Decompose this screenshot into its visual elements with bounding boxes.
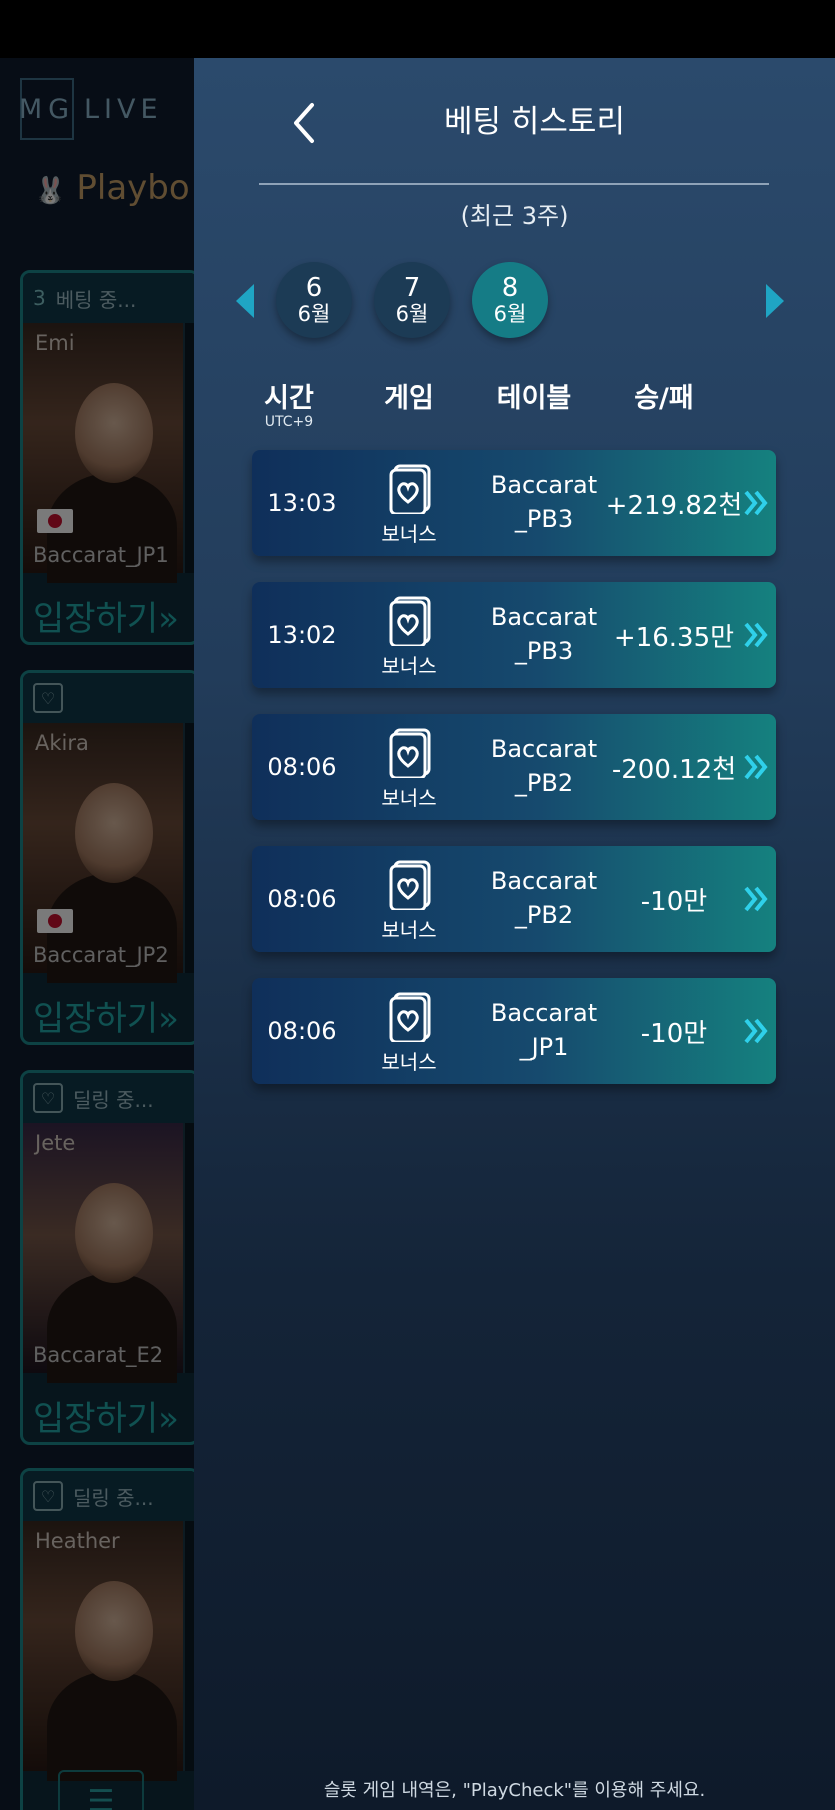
table-card[interactable]: ♡ 딜링 중... Heather <box>20 1468 194 1810</box>
game-cell: 보너스 <box>374 464 444 546</box>
column-header-time: 시간 <box>264 383 314 414</box>
game-cell: 보너스 <box>374 596 444 678</box>
date-bubble[interactable]: 6 6월 <box>276 262 352 338</box>
game-cell: 보너스 <box>374 728 444 810</box>
column-header-game: 게임 <box>384 383 434 414</box>
card-icon: ♡ <box>33 1083 63 1113</box>
table-card[interactable]: ♡ Akira Baccarat_JP2 입장하기» <box>20 670 194 1045</box>
result-amount: +16.35만 <box>613 622 735 653</box>
enter-button[interactable]: 입장하기» <box>33 591 179 640</box>
table-name: Baccarat _JP1 <box>490 999 598 1061</box>
japan-flag-icon <box>37 909 73 933</box>
bonus-card-icon <box>389 596 431 646</box>
double-chevron-right-icon[interactable] <box>742 1014 770 1048</box>
game-cell: 보너스 <box>374 860 444 942</box>
footer-note: 슬롯 게임 내역은, "PlayCheck"를 이용해 주세요. <box>323 1780 706 1801</box>
double-chevron-right-icon[interactable] <box>742 750 770 784</box>
result-amount: +219.82천 <box>605 490 743 521</box>
table-name: Baccarat _PB2 <box>490 735 598 797</box>
date-selector: 6 6월 7 6월 8 6월 <box>194 258 835 338</box>
date-bubble-selected[interactable]: 8 6월 <box>472 262 548 338</box>
bunny-icon: 🐰 <box>34 176 67 206</box>
enter-button[interactable]: 입장하기» <box>33 1391 179 1440</box>
double-chevron-right-icon[interactable] <box>742 882 770 916</box>
mg-live-logo: MG LIVE <box>19 78 163 140</box>
date-bubble[interactable]: 7 6월 <box>374 262 450 338</box>
bonus-card-icon <box>389 992 431 1042</box>
double-chevron-right-icon[interactable] <box>742 486 770 520</box>
status-bar <box>0 0 835 58</box>
column-header-result: 승/패 <box>634 383 694 414</box>
history-row[interactable]: 08:06 보너스 Baccarat _JP1 -10만 <box>252 978 776 1084</box>
betting-history-panel: 베팅 히스토리 (최근 3주) 6 6월 7 6월 8 6월 시간 UTC+9 … <box>194 58 835 1810</box>
history-row[interactable]: 08:06 보너스 Baccarat _PB2 -10만 <box>252 846 776 952</box>
column-header-table: 테이블 <box>496 383 572 414</box>
timezone-label: UTC+9 <box>264 414 314 430</box>
bonus-card-icon <box>389 860 431 910</box>
brand-title: 🐰 Playbo <box>34 168 190 208</box>
arrow-right-icon[interactable] <box>766 284 784 318</box>
table-card[interactable]: 3 베팅 중... Emi Baccarat_JP1 입장하기» <box>20 270 194 645</box>
card-icon: ♡ <box>33 683 63 713</box>
double-chevron-right-icon[interactable] <box>742 618 770 652</box>
history-row[interactable]: 13:02 보너스 Baccarat _PB3 +16.35만 <box>252 582 776 688</box>
card-icon: ♡ <box>33 1481 63 1511</box>
range-note: (최근 3주) <box>460 202 569 230</box>
history-row[interactable]: 08:06 보너스 Baccarat _PB2 -200.12천 <box>252 714 776 820</box>
arrow-left-icon[interactable] <box>236 284 254 318</box>
bonus-card-icon <box>389 728 431 778</box>
result-amount: -10만 <box>640 1018 708 1049</box>
result-amount: -200.12천 <box>611 754 737 785</box>
table-name: Baccarat _PB3 <box>490 603 598 665</box>
page-title: 베팅 히스토리 <box>444 104 625 140</box>
table-name: Baccarat _PB2 <box>490 867 598 929</box>
divider <box>259 183 769 185</box>
bonus-card-icon <box>389 464 431 514</box>
history-row[interactable]: 13:03 보너스 Baccarat _PB3 +219.82천 <box>252 450 776 556</box>
result-amount: -10만 <box>640 886 708 917</box>
table-card[interactable]: ♡ 딜링 중... Jete Baccarat_E2 입장하기» <box>20 1070 194 1445</box>
sort-icon[interactable]: ☰ <box>58 1770 144 1810</box>
table-name: Baccarat _PB3 <box>490 471 598 533</box>
enter-button[interactable]: 입장하기» <box>33 991 179 1040</box>
game-cell: 보너스 <box>374 992 444 1074</box>
lobby-background: MG LIVE 🐰 Playbo 3 베팅 중... Emi Baccarat_JP… <box>0 58 194 1810</box>
japan-flag-icon <box>37 509 73 533</box>
